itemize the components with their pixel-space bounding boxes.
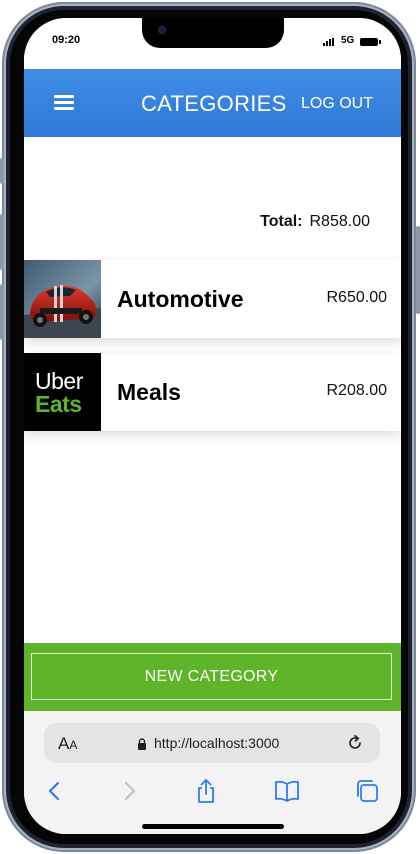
reload-icon[interactable] (346, 734, 364, 752)
battery-icon (360, 38, 381, 46)
hamburger-menu-icon[interactable] (54, 95, 74, 111)
lock-icon (138, 738, 146, 750)
volume-up-button (0, 214, 4, 270)
total-value: R858.00 (309, 213, 371, 230)
category-amount: R650.00 (326, 289, 388, 306)
home-indicator (142, 824, 284, 829)
share-icon[interactable] (193, 778, 219, 804)
bookmarks-icon[interactable] (274, 778, 300, 804)
browser-toolbar: AA http://localhost:3000 (24, 711, 401, 834)
new-category-button[interactable]: NEW CATEGORY (31, 653, 392, 700)
total-summary: Total: R858.00 (260, 213, 370, 231)
text-size-button[interactable]: AA (58, 734, 77, 754)
signal-icon (323, 38, 337, 46)
app-header: CATEGORIES LOG OUT (24, 69, 401, 137)
new-category-bar: NEW CATEGORY (24, 643, 401, 711)
total-label: Total: (260, 213, 303, 230)
network-type: 5G (341, 35, 355, 46)
back-icon[interactable] (42, 778, 68, 804)
uber-eats-logo: Uber Eats (24, 353, 101, 431)
uber-eats-logo-uber: Uber (35, 368, 83, 394)
automotive-car-image (24, 260, 101, 338)
category-card-automotive[interactable]: Automotive R650.00 (24, 260, 401, 338)
volume-down-button (0, 284, 4, 340)
status-bar: 09:20 5G (24, 18, 401, 68)
uber-eats-logo-eats: Eats (35, 391, 82, 417)
status-time: 09:20 (52, 34, 81, 46)
category-name: Meals (117, 379, 181, 405)
mute-switch (0, 158, 4, 184)
forward-icon[interactable] (116, 778, 142, 804)
page-title: CATEGORIES (141, 91, 287, 116)
power-button (416, 226, 420, 314)
front-camera (158, 26, 166, 34)
logout-button[interactable]: LOG OUT (301, 95, 373, 113)
tabs-icon[interactable] (354, 778, 380, 804)
address-bar[interactable]: AA http://localhost:3000 (44, 723, 380, 763)
url-text: http://localhost:3000 (154, 735, 280, 751)
category-amount: R208.00 (326, 382, 388, 399)
dynamic-island-notch (142, 18, 284, 48)
phone-screen: 09:20 5G CATEGORIES LOG OUT Total: R858.0… (24, 18, 401, 834)
category-name: Automotive (117, 286, 244, 312)
category-card-meals[interactable]: Uber Eats Meals R208.00 (24, 353, 401, 431)
